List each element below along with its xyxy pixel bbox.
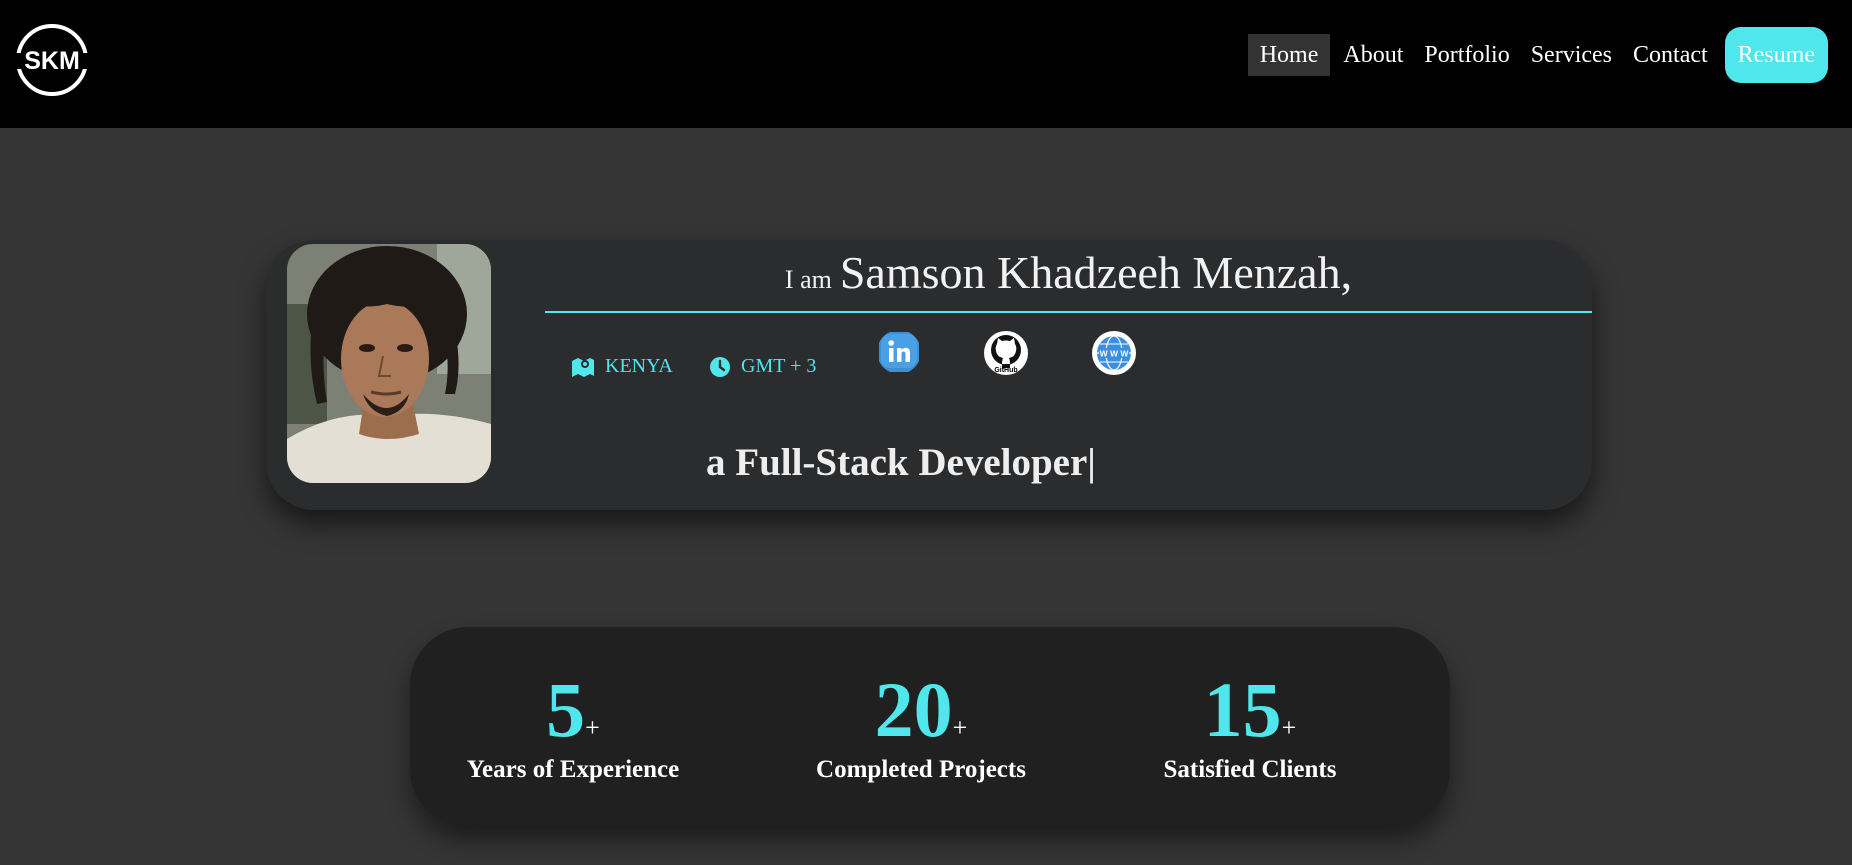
svg-text:W W W: W W W [1100, 349, 1130, 359]
svg-text:SKM: SKM [24, 47, 80, 75]
profile-photo [287, 244, 491, 483]
role-typewriter: a Full-Stack Developer| [706, 441, 1096, 484]
stat-experience: 5+ Years of Experience [423, 670, 723, 784]
skm-logo[interactable]: SKM [14, 22, 90, 98]
stat-clients: 15+ Satisfied Clients [1100, 670, 1400, 784]
nav-home[interactable]: Home [1247, 34, 1331, 76]
greeting-divider [545, 311, 1592, 313]
svg-text:GitHub: GitHub [994, 367, 1017, 374]
stat-suffix: + [1281, 713, 1297, 742]
stat-label: Satisfied Clients [1163, 756, 1337, 783]
profile-greeting: I am Samson Khadzeeh Menzah, [545, 246, 1592, 299]
stat-label: Completed Projects [816, 756, 1026, 783]
stat-projects: 20+ Completed Projects [771, 670, 1071, 784]
location-info: KENYA [571, 355, 673, 378]
map-icon [572, 357, 594, 377]
timezone-info: GMT + 3 [709, 355, 816, 378]
stat-label: Years of Experience [466, 756, 680, 783]
main-nav: Home About Portfolio Services Contact Re… [1247, 27, 1852, 83]
github-icon[interactable]: GitHub [983, 330, 1029, 376]
profile-name: Samson Khadzeeh Menzah, [839, 247, 1353, 298]
linkedin-icon[interactable] [877, 330, 921, 374]
timezone-text: GMT + 3 [741, 355, 817, 377]
nav-contact[interactable]: Contact [1625, 34, 1716, 76]
stat-value: 20 [874, 666, 953, 753]
location-text: KENYA [605, 355, 673, 377]
nav-about[interactable]: About [1335, 34, 1411, 76]
website-icon[interactable]: W W W [1091, 330, 1137, 376]
top-navigation-bar: SKM Home About Portfolio Services Contac… [0, 0, 1852, 128]
stat-suffix: + [952, 713, 968, 742]
nav-portfolio[interactable]: Portfolio [1416, 34, 1517, 76]
clock-icon [710, 356, 730, 377]
stat-value: 15 [1203, 666, 1282, 753]
stat-suffix: + [585, 713, 600, 742]
nav-services[interactable]: Services [1523, 34, 1620, 76]
resume-button[interactable]: Resume [1724, 27, 1828, 83]
stat-value: 5 [546, 666, 586, 753]
intro-text: I am [784, 265, 832, 294]
